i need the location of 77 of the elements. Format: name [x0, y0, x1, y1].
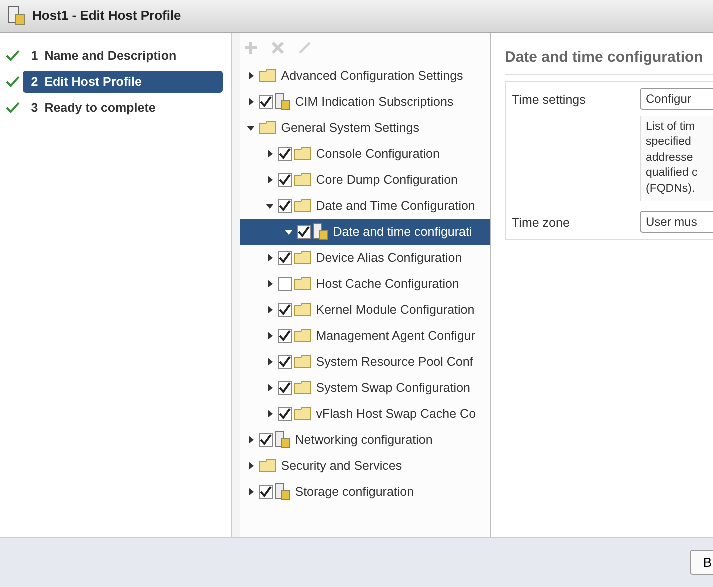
host-profile-icon — [8, 6, 26, 26]
expanded-arrow-icon — [266, 202, 274, 210]
tree-item[interactable]: Date and time configurati — [240, 219, 490, 245]
checkbox[interactable] — [278, 251, 292, 265]
expanded-arrow-icon — [247, 124, 255, 132]
tree-item[interactable]: Device Alias Configuration — [240, 245, 490, 271]
tree-item[interactable]: Advanced Configuration Settings — [240, 63, 490, 89]
collapsed-arrow-icon — [247, 72, 255, 80]
folder-icon — [294, 173, 312, 187]
expanded-arrow-icon — [285, 228, 293, 236]
wizard-step[interactable]: 1 Name and Description — [23, 44, 224, 68]
collapsed-arrow-icon — [247, 488, 255, 496]
folder-icon — [259, 121, 278, 135]
dropdown[interactable]: User mus — [640, 211, 713, 234]
folder-icon — [294, 355, 312, 369]
tree-item[interactable]: System Swap Configuration — [240, 375, 490, 401]
window-title: Host1 - Edit Host Profile — [32, 7, 182, 26]
field-label: Time settings — [512, 92, 587, 109]
tree-item[interactable]: Console Configuration — [240, 141, 490, 167]
collapsed-arrow-icon — [247, 436, 255, 444]
collapsed-arrow-icon — [247, 98, 255, 106]
checkbox[interactable] — [278, 147, 292, 161]
collapsed-arrow-icon — [266, 332, 274, 340]
folder-icon — [294, 329, 312, 343]
tree-item[interactable]: vFlash Host Swap Cache Co — [240, 401, 490, 427]
folder-icon — [294, 147, 312, 161]
collapsed-arrow-icon — [266, 306, 274, 314]
collapsed-arrow-icon — [266, 410, 274, 418]
checkbox[interactable] — [278, 329, 292, 343]
checkbox[interactable] — [278, 303, 292, 317]
host-profile-icon — [275, 483, 292, 501]
folder-icon — [294, 277, 312, 291]
tree-item[interactable]: Kernel Module Configuration — [240, 297, 490, 323]
tree-item[interactable]: Management Agent Configur — [240, 323, 490, 349]
back-button[interactable]: B — [690, 550, 713, 576]
collapsed-arrow-icon — [266, 150, 274, 158]
folder-icon — [294, 199, 312, 213]
folder-icon — [294, 303, 312, 317]
wizard-step[interactable]: 2 Edit Host Profile — [23, 70, 224, 94]
host-profile-icon — [313, 223, 330, 241]
checkbox[interactable] — [278, 381, 292, 395]
wizard-step[interactable]: 3 Ready to complete — [23, 96, 224, 120]
collapsed-arrow-icon — [266, 280, 274, 288]
collapsed-arrow-icon — [266, 384, 274, 392]
folder-icon — [294, 407, 312, 421]
description-text: List of tim specified addresse qualified c (FQDNs). — [640, 116, 713, 202]
collapsed-arrow-icon — [266, 254, 274, 262]
tree-item[interactable]: Security and Services — [240, 453, 490, 479]
tree-item[interactable]: Host Cache Configuration — [240, 271, 490, 297]
checkbox[interactable] — [259, 485, 274, 499]
tree-item[interactable]: Core Dump Configuration — [240, 167, 490, 193]
panel-title: Date and time configuration — [505, 47, 713, 74]
folder-icon — [294, 381, 312, 395]
checkbox[interactable] — [278, 173, 292, 187]
collapsed-arrow-icon — [266, 358, 274, 366]
checkbox[interactable] — [278, 277, 292, 291]
checkbox[interactable] — [259, 95, 274, 109]
checkbox[interactable] — [259, 433, 274, 447]
tree-item[interactable]: Networking configuration — [240, 427, 490, 453]
tree-item[interactable]: Date and Time Configuration — [240, 193, 490, 219]
checkbox[interactable] — [297, 225, 312, 239]
host-profile-icon — [275, 93, 292, 111]
tree-item[interactable]: Storage configuration — [240, 479, 490, 505]
folder-icon — [259, 459, 278, 473]
folder-icon — [259, 69, 278, 83]
tree-item[interactable]: CIM Indication Subscriptions — [240, 89, 490, 115]
folder-icon — [294, 251, 312, 265]
tree-item[interactable]: General System Settings — [240, 115, 490, 141]
dropdown[interactable]: Configur — [640, 88, 713, 110]
checkbox[interactable] — [278, 355, 292, 369]
collapsed-arrow-icon — [266, 176, 274, 184]
checkbox[interactable] — [278, 199, 292, 213]
tree-item[interactable]: System Resource Pool Conf — [240, 349, 490, 375]
host-profile-icon — [275, 431, 292, 449]
checkbox[interactable] — [278, 407, 292, 421]
field-label: Time zone — [512, 215, 571, 232]
collapsed-arrow-icon — [247, 462, 255, 470]
